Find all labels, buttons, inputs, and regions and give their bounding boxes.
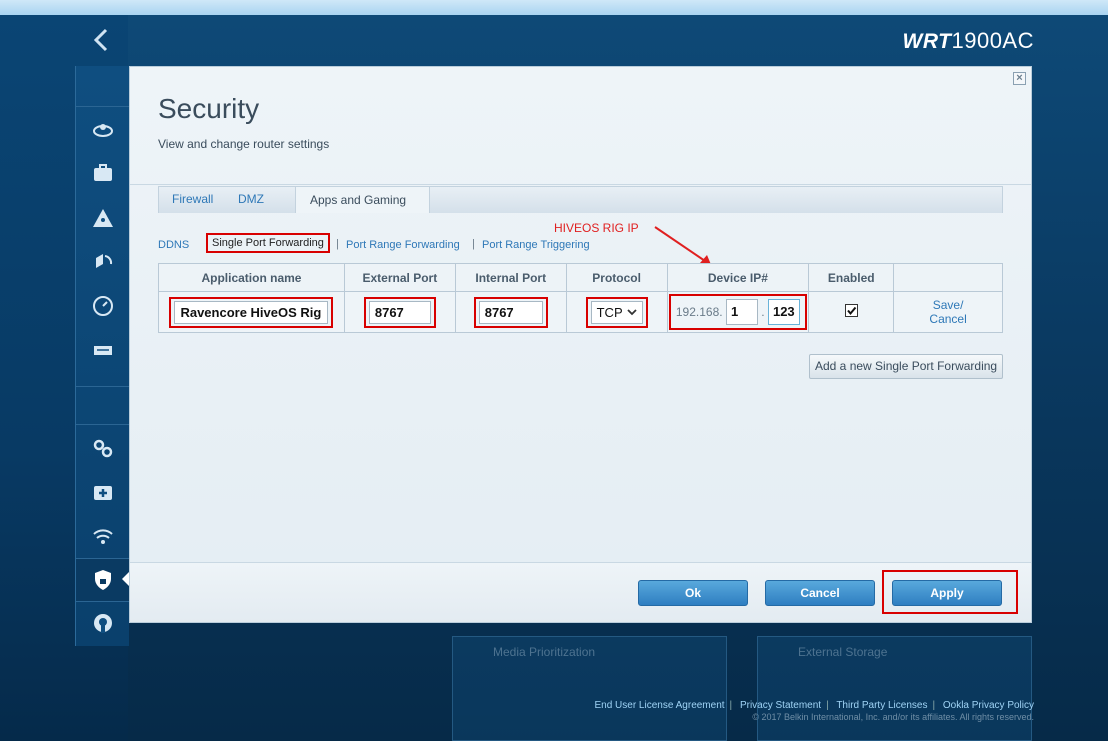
link-port-range-forwarding[interactable]: Port Range Forwarding [346,239,460,251]
bg-card-media-prioritization: Media Prioritization [452,636,727,741]
port-forwarding-table: Application name External Port Internal … [158,263,1003,333]
sidebar-wireless-icon[interactable] [76,514,129,558]
sidebar-network-map-icon[interactable] [76,108,129,152]
ip-prefix: 192.168. [675,305,723,319]
ip-separator: . [761,305,765,319]
external-port-input[interactable] [368,300,431,324]
sidebar-troubleshooting-icon[interactable] [76,470,129,514]
security-panel: × Security View and change router settin… [129,66,1032,623]
apply-highlight-box [882,570,1018,614]
footer-links: End User License Agreement | Privacy Stat… [594,700,1034,711]
col-actions [893,263,1003,292]
save-link[interactable]: Save/ [894,298,1002,312]
sidebar-usb-icon[interactable] [76,328,129,372]
cancel-link[interactable]: Cancel [894,312,1002,326]
ip-octet-4-input[interactable]: 123 [767,299,800,325]
tab-firewall[interactable]: Firewall [158,186,227,213]
sidebar [75,66,129,646]
sidebar-settings-icon[interactable] [76,426,129,470]
link-eula[interactable]: End User License Agreement [594,700,724,711]
tab-bar: Firewall DMZ Apps and Gaming [158,186,1003,213]
link-privacy-statement[interactable]: Privacy Statement [740,700,821,711]
brand-logo: WRT1900AC [902,28,1034,53]
link-ddns[interactable]: DDNS [158,239,189,251]
link-ookla-privacy[interactable]: Ookla Privacy Policy [943,700,1034,711]
link-third-party-licenses[interactable]: Third Party Licenses [836,700,927,711]
enabled-checkbox[interactable] [844,304,858,317]
col-device-ip: Device IP# [666,263,810,292]
application-name-input[interactable] [174,300,329,324]
col-application-name: Application name [158,263,345,292]
active-pointer [122,572,129,586]
col-external-port: External Port [343,263,456,292]
col-enabled: Enabled [808,263,895,292]
copyright: © 2017 Belkin International, Inc. and/or… [752,712,1034,722]
link-single-port-forwarding[interactable]: Single Port Forwarding [206,233,330,253]
protocol-select[interactable]: TCP [590,300,643,324]
page-subtitle: View and change router settings [158,137,330,151]
page-title: Security [158,93,260,124]
sidebar-parental-icon[interactable] [76,196,129,240]
close-icon[interactable]: × [1013,72,1026,85]
cancel-button[interactable]: Cancel [765,580,875,606]
back-arrow-icon[interactable] [90,26,112,54]
sidebar-openvpn-icon[interactable] [76,602,129,646]
ok-button[interactable]: Ok [638,580,748,606]
browser-top-strip [0,0,1108,15]
sidebar-device-icon[interactable] [76,152,129,196]
link-port-range-triggering[interactable]: Port Range Triggering [482,239,590,251]
bg-card-external-storage: External Storage [757,636,1032,741]
add-single-port-forwarding-button[interactable]: Add a new Single Port Forwarding [809,354,1004,379]
sidebar-media-icon[interactable] [76,240,129,284]
annotation-label: HIVEOS RIG IP [554,221,639,235]
tab-dmz[interactable]: DMZ [224,186,278,213]
table-row: TCP 192.168. 1 . 123 [158,291,1003,333]
tab-apps-and-gaming[interactable]: Apps and Gaming [295,186,430,213]
ip-octet-3-input[interactable]: 1 [725,299,758,325]
col-internal-port: Internal Port [454,263,567,292]
internal-port-input[interactable] [478,300,543,324]
col-protocol: Protocol [565,263,668,292]
chevron-down-icon [626,309,637,316]
sidebar-speedtest-icon[interactable] [76,284,129,328]
